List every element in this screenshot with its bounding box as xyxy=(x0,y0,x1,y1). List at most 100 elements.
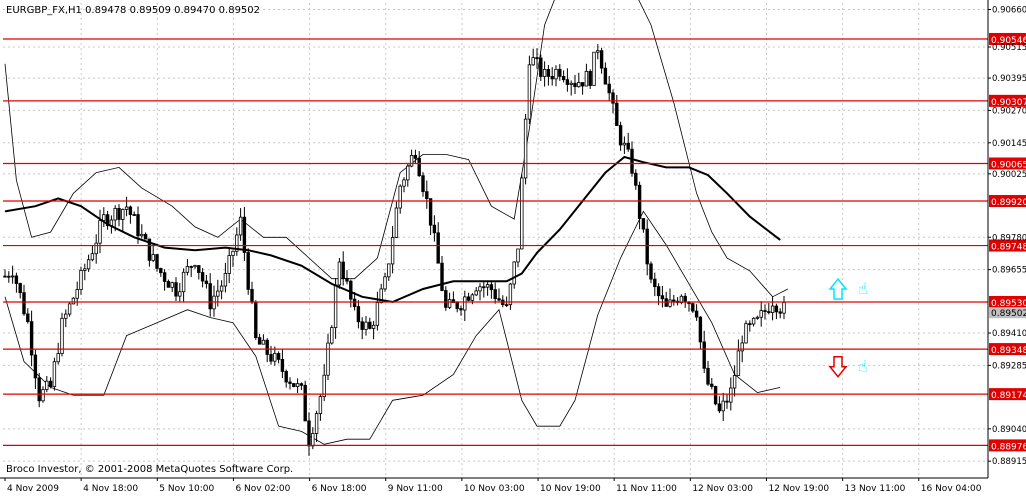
candle-body xyxy=(193,265,197,268)
candle-body xyxy=(634,172,638,186)
candle-body xyxy=(311,433,315,447)
candle-body xyxy=(611,92,615,104)
candle-body xyxy=(250,288,254,303)
candle-body xyxy=(14,275,19,284)
candle xyxy=(303,380,307,422)
candle-body xyxy=(151,254,155,261)
candle-body xyxy=(428,198,433,226)
candle-body xyxy=(185,266,190,273)
candle-body xyxy=(330,327,334,344)
candle-body xyxy=(763,310,767,313)
candle-body xyxy=(189,266,193,268)
candle-body xyxy=(706,367,710,385)
candle xyxy=(744,320,748,344)
x-tick-label: 12 Nov 03:00 xyxy=(692,484,753,494)
candle-body xyxy=(421,175,425,193)
x-tick-label: 5 Nov 10:00 xyxy=(159,484,214,494)
candle-body xyxy=(539,57,543,77)
x-tick-label: 4 Nov 2009 xyxy=(7,484,59,494)
candle-body xyxy=(181,271,186,293)
candle-body xyxy=(364,321,368,330)
candle-body xyxy=(732,375,737,389)
price-chart[interactable]: 0.90546 0.90307 0.90065 0.89920 0.89748 0.895… xyxy=(0,0,1026,495)
candle-body xyxy=(656,286,661,297)
candle-body xyxy=(231,250,235,256)
candle-body xyxy=(592,51,596,86)
candle xyxy=(520,174,524,250)
candle-body xyxy=(584,70,589,87)
candle-body xyxy=(113,207,117,221)
candle-body xyxy=(455,302,459,309)
level-label: 0.89920 xyxy=(991,198,1026,208)
candle-body xyxy=(425,191,429,199)
candle-body xyxy=(155,254,159,269)
chart-canvas[interactable]: 0.905460.903070.900650.899200.897480.895… xyxy=(0,0,1026,495)
x-tick-label: 6 Nov 02:00 xyxy=(235,484,290,494)
hand-icon: ☝ xyxy=(858,357,868,376)
candle-body xyxy=(98,220,102,244)
candle-body xyxy=(398,185,402,209)
candle-body xyxy=(432,224,437,234)
candle-body xyxy=(132,214,136,216)
candle-body xyxy=(466,296,471,301)
candle-body xyxy=(307,420,311,447)
candle-body xyxy=(531,57,535,66)
candle-body xyxy=(345,277,349,282)
candle-body xyxy=(79,270,83,290)
candle-body xyxy=(485,284,490,288)
candle-body xyxy=(497,298,501,301)
candle-body xyxy=(246,252,250,290)
candle-body xyxy=(402,179,406,187)
candle-body xyxy=(33,354,38,379)
candle-body xyxy=(71,297,76,305)
y-tick-label: 0.90515 xyxy=(992,43,1026,53)
y-tick-label: 0.90395 xyxy=(992,74,1026,84)
candle xyxy=(52,357,57,391)
candle-body xyxy=(580,82,585,87)
candle-body xyxy=(702,341,706,369)
candle xyxy=(713,385,718,406)
candle-body xyxy=(523,118,528,179)
chart-background xyxy=(0,0,1026,495)
candle-body xyxy=(295,383,300,387)
candle-body xyxy=(204,280,209,285)
candle-body xyxy=(7,275,11,278)
candle-body xyxy=(337,261,342,286)
candle-body xyxy=(668,299,672,307)
candle-body xyxy=(166,281,171,288)
candle-body xyxy=(174,282,178,297)
candle xyxy=(330,325,334,345)
level-label: 0.89748 xyxy=(991,243,1026,253)
candle-body xyxy=(573,82,577,88)
candle-body xyxy=(394,207,399,238)
candle-body xyxy=(341,261,345,279)
candle-body xyxy=(409,154,414,167)
candle-body xyxy=(314,413,319,434)
copyright-text: Broco Investor, © 2001-2008 MetaQuotes S… xyxy=(6,464,293,475)
level-label: 0.88976 xyxy=(991,442,1026,452)
candle-body xyxy=(75,289,79,299)
level-label: 0.89174 xyxy=(991,391,1026,401)
candle-body xyxy=(406,165,410,181)
candle-body xyxy=(41,389,45,402)
candle-body xyxy=(269,354,273,362)
candle-body xyxy=(755,316,760,319)
candle-body xyxy=(767,311,771,313)
candle-body xyxy=(60,317,64,355)
x-tick-label: 6 Nov 18:00 xyxy=(312,484,367,494)
candle-body xyxy=(770,305,775,313)
candle-body xyxy=(721,400,725,412)
candle-body xyxy=(136,214,140,237)
candle-body xyxy=(261,339,266,345)
candle-body xyxy=(740,342,744,352)
candle-body xyxy=(383,276,387,290)
candle-body xyxy=(520,177,524,250)
y-tick-label: 0.89655 xyxy=(992,266,1026,276)
y-tick-label: 0.90025 xyxy=(992,170,1026,180)
candle-body xyxy=(470,294,475,301)
candle-body xyxy=(333,284,338,328)
candle-body xyxy=(736,350,741,376)
candle xyxy=(337,257,342,289)
candle-body xyxy=(22,292,26,315)
candle-body xyxy=(554,68,558,80)
